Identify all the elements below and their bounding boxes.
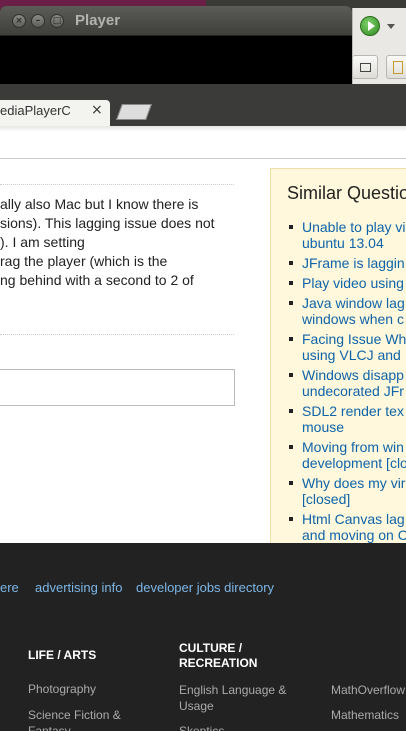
footer-heading-culture: CULTURE / — [179, 641, 243, 655]
minimize-window-button[interactable]: – — [31, 14, 45, 28]
footer-link-advertising[interactable]: advertising info — [35, 580, 122, 595]
footer-link-english[interactable]: English Language & — [179, 682, 286, 698]
footer-link-english-cont[interactable]: Usage — [179, 698, 214, 714]
divider — [0, 184, 234, 185]
similar-question-link[interactable]: Html Canvas lag and moving on C — [289, 511, 406, 543]
footer-heading-life-arts: LIFE / ARTS — [28, 648, 97, 662]
footer-link[interactable]: ere — [0, 580, 19, 595]
dropdown-arrow-icon[interactable] — [387, 24, 395, 29]
similar-question-text: windows when c — [302, 311, 404, 327]
similar-question-link[interactable]: Windows disapp undecorated JFr — [289, 367, 406, 399]
post-text-line: ng behind with a second to 2 of — [0, 272, 194, 288]
footer-link-scifi[interactable]: Science Fiction & — [28, 707, 121, 723]
post-text-line: ally also Mac but I know there is — [0, 196, 199, 212]
similar-question-link[interactable]: Play video using — [289, 275, 406, 291]
post-text-line: sions). This lagging issue does not — [0, 215, 215, 231]
similar-question-text: and moving on C — [302, 527, 406, 543]
similar-question-link[interactable]: Unable to play vi ubuntu 13.04 — [289, 219, 406, 251]
post-text-line: ). I am setting — [0, 234, 85, 250]
similar-question-text: Windows disapp — [302, 367, 404, 383]
similar-question-text: Java window lag — [302, 295, 405, 311]
window-icon-button[interactable] — [352, 55, 378, 79]
post-text-line: rag the player (which is the — [0, 253, 168, 269]
similar-question-text: undecorated JFr — [302, 383, 404, 399]
new-tab-icon[interactable] — [116, 104, 152, 120]
similar-question-link[interactable]: Moving from win development [clo — [289, 439, 406, 471]
similar-question-text: ubuntu 13.04 — [302, 235, 384, 251]
player-titlebar[interactable]: × – □ Player — [0, 6, 352, 36]
similar-question-text: Why does my vir — [302, 475, 406, 491]
similar-question-text: SDL2 render tex — [302, 403, 404, 419]
footer-link-photography[interactable]: Photography — [28, 681, 96, 697]
window-icon — [360, 63, 371, 72]
similar-question-text: Moving from win — [302, 439, 404, 455]
similar-questions-title: Similar Questio — [287, 183, 406, 203]
page-header-bar — [0, 133, 406, 159]
footer-link-skeptics[interactable]: Skeptics — [179, 723, 224, 731]
go-play-icon[interactable] — [360, 16, 380, 36]
similar-question-text: Facing Issue Wh — [302, 331, 406, 347]
footer-link-scifi-cont[interactable]: Fantasy — [28, 723, 71, 731]
similar-question-text: JFrame is laggin — [302, 255, 405, 271]
similar-question-link[interactable]: SDL2 render tex mouse — [289, 403, 406, 435]
similar-question-text: Html Canvas lag — [302, 511, 405, 527]
similar-question-link[interactable]: JFrame is laggin — [289, 255, 406, 271]
page-top-shadow — [0, 126, 406, 132]
similar-question-text: Unable to play vi — [302, 219, 406, 235]
maximize-window-button[interactable]: □ — [50, 14, 64, 28]
similar-question-link[interactable]: Facing Issue Wh using VLCJ and — [289, 331, 406, 363]
player-window[interactable]: × – □ Player — [0, 6, 352, 84]
similar-question-text: development [clo — [302, 455, 406, 471]
similar-question-text: mouse — [302, 419, 345, 435]
similar-question-text: Play video using — [302, 275, 404, 291]
comment-input[interactable] — [0, 369, 235, 406]
footer-link-jobs[interactable]: developer jobs directory — [136, 580, 274, 595]
similar-question-text: [closed] — [302, 491, 351, 507]
footer-link-mathoverflow[interactable]: MathOverflow — [331, 682, 405, 698]
player-window-title: Player — [75, 12, 121, 29]
bookmark-icon — [393, 61, 403, 74]
editor-tab-label: ediaPlayerC — [0, 103, 71, 118]
footer-link-mathematics[interactable]: Mathematics — [331, 707, 399, 723]
similar-question-text: using VLCJ and — [302, 347, 401, 363]
footer-heading-recreation: RECREATION — [179, 656, 258, 670]
bookmark-icon-button[interactable] — [386, 55, 406, 79]
similar-question-link[interactable]: Why does my vir [closed] — [289, 475, 406, 507]
similar-question-link[interactable]: Java window lag windows when c — [289, 295, 406, 327]
close-icon[interactable]: × — [91, 102, 103, 118]
divider — [0, 334, 234, 335]
close-window-button[interactable]: × — [12, 14, 26, 28]
